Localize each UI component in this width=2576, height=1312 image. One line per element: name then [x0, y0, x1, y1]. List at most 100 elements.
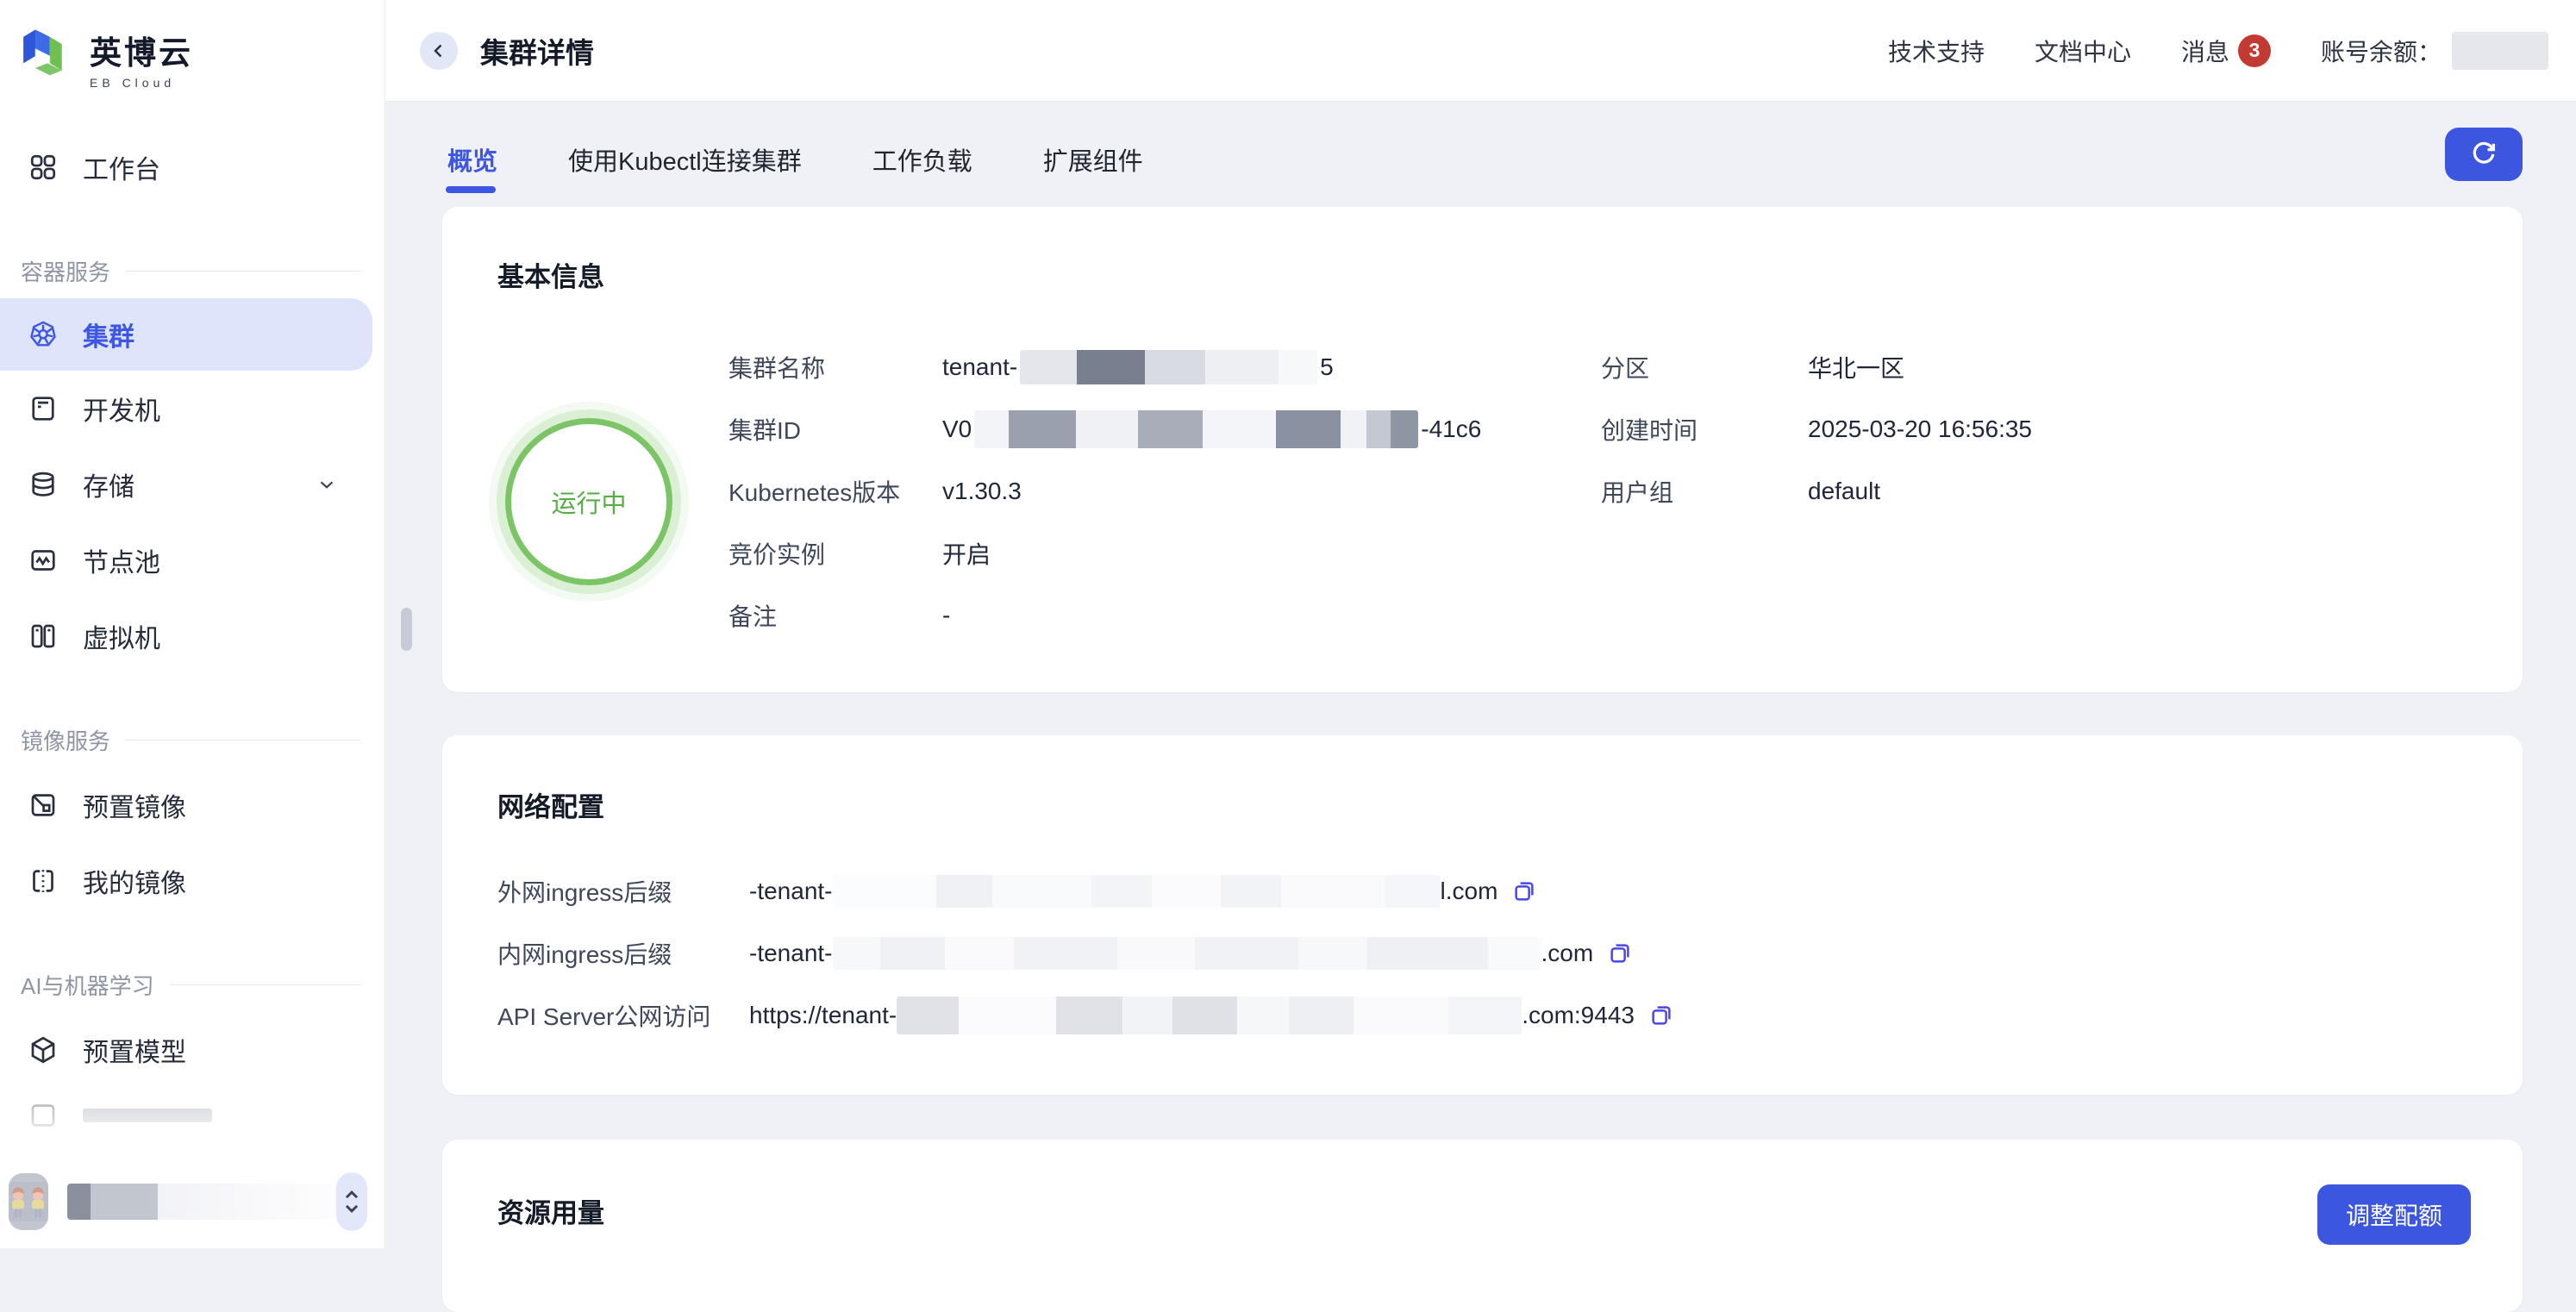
sidebar: 英博云 EB Cloud 工作台 容器服务	[0, 0, 385, 1248]
section-divider	[170, 984, 360, 985]
cluster-status-text: 运行中	[551, 484, 626, 520]
sidebar-item-cluster[interactable]: 集群	[0, 298, 372, 371]
cluster-status-circle: 运行中	[505, 418, 672, 585]
field-created: 创建时间 2025-03-20 16:56:35	[1601, 411, 2032, 447]
messages-link[interactable]: 消息 3	[2181, 34, 2271, 68]
sidebar-nav: 工作台 容器服务 集群 开发机	[0, 129, 385, 1143]
sidebar-item-label: 预置镜像	[83, 786, 186, 824]
field-cluster-name: 集群名称 tenant- 5	[728, 349, 1601, 385]
sidebar-item-my-images[interactable]: 我的镜像	[0, 843, 385, 919]
sidebar-item-label: 虚拟机	[83, 617, 160, 655]
field-user-group: 用户组 default	[1601, 473, 2032, 509]
chevrons-up-down-icon	[339, 1187, 365, 1216]
copy-icon[interactable]	[1511, 878, 1537, 904]
content: 基本信息 运行中 集群名称 tenant- 5	[385, 207, 2576, 1248]
refresh-icon	[2468, 139, 2499, 170]
tab-addons[interactable]: 扩展组件	[1041, 129, 1145, 207]
docs-link[interactable]: 文档中心	[2035, 34, 2131, 68]
grid-icon	[28, 152, 59, 183]
cluster-id-redacted	[974, 410, 1418, 448]
section-title: 容器服务	[21, 255, 110, 287]
database-icon	[28, 469, 59, 500]
sidebar-item-clipped[interactable]	[0, 1088, 385, 1143]
topbar: 集群详情 技术支持 文档中心 消息 3 账号余额：	[385, 0, 2576, 102]
adjust-quota-button[interactable]: 调整配额	[2317, 1184, 2471, 1245]
resource-usage-title: 资源用量	[497, 1191, 604, 1230]
field-cluster-id: 集群ID V0 -41c6	[728, 411, 1601, 447]
clipped-label	[83, 1109, 212, 1122]
sidebar-item-preset-images[interactable]: 预置镜像	[0, 767, 385, 843]
network-config-title: 网络配置	[497, 785, 2467, 824]
tab-workloads[interactable]: 工作负载	[871, 129, 974, 207]
kubernetes-wheel-icon	[28, 319, 59, 350]
external-ingress-redacted	[833, 875, 1441, 908]
resource-usage-card: 资源用量 调整配额	[442, 1140, 2523, 1312]
sidebar-section-ai-ml: AI与机器学习	[0, 965, 385, 1003]
sidebar-section-container-services: 容器服务	[0, 252, 385, 290]
basic-info-right-fields: 分区 华北一区 创建时间 2025-03-20 16:56:35 用户组 def…	[1601, 337, 2032, 659]
balance-value-redacted	[2452, 32, 2548, 70]
field-zone: 分区 华北一区	[1601, 349, 2032, 385]
back-button[interactable]	[420, 32, 458, 70]
refresh-button[interactable]	[2445, 128, 2523, 181]
tab-kubectl[interactable]: 使用Kubectl连接集群	[566, 129, 803, 207]
cluster-name-redacted	[1020, 350, 1317, 384]
basic-info-title: 基本信息	[497, 255, 2467, 294]
copy-icon[interactable]	[1607, 940, 1633, 966]
sidebar-item-workbench[interactable]: 工作台	[0, 129, 385, 205]
avatar[interactable]	[9, 1173, 48, 1230]
sidebar-item-label: 节点池	[83, 541, 160, 579]
api-server-redacted	[897, 996, 1522, 1034]
cube-icon	[28, 1034, 59, 1065]
sidebar-item-vm[interactable]: 虚拟机	[0, 598, 385, 674]
page-title: 集群详情	[480, 30, 594, 72]
sidebar-item-label: 预置模型	[83, 1031, 186, 1069]
sidebar-item-label: 开发机	[83, 390, 160, 428]
sidebar-item-devmachine[interactable]: 开发机	[0, 371, 385, 447]
messages-label: 消息	[2181, 34, 2229, 68]
internal-ingress-redacted	[833, 937, 1541, 970]
account-balance: 账号余额：	[2321, 32, 2548, 70]
basic-info-card: 基本信息 运行中 集群名称 tenant- 5	[442, 207, 2523, 692]
image-export-icon	[28, 790, 59, 821]
sidebar-item-label: 存储	[83, 465, 134, 503]
clipped-icon	[28, 1100, 59, 1131]
sidebar-item-label: 集群	[83, 316, 134, 353]
main-area: 集群详情 技术支持 文档中心 消息 3 账号余额： 概览 使用Kubectl连接…	[385, 0, 2576, 1248]
copy-icon[interactable]	[1648, 1003, 1674, 1028]
support-link[interactable]: 技术支持	[1888, 34, 1985, 68]
split-book-icon	[28, 865, 59, 897]
tab-overview[interactable]: 概览	[446, 129, 499, 207]
sidebar-item-preset-models[interactable]: 预置模型	[0, 1012, 385, 1088]
row-api-server: API Server公网访问 https://tenant- .com:9443	[497, 996, 2467, 1034]
field-remark: 备注 -	[728, 597, 1601, 634]
chevron-left-icon	[428, 41, 449, 61]
balance-label: 账号余额：	[2321, 34, 2442, 68]
scrollbar-thumb[interactable]	[401, 608, 412, 651]
section-divider	[126, 271, 360, 272]
account-switcher[interactable]	[336, 1172, 367, 1231]
brand-name: 英博云	[90, 27, 193, 73]
brand-logo[interactable]: 英博云 EB Cloud	[0, 0, 385, 94]
brand-tagline: EB Cloud	[90, 76, 193, 90]
topbar-links: 技术支持 文档中心 消息 3 账号余额：	[1888, 32, 2548, 70]
row-internal-ingress: 内网ingress后缀 -tenant- .com	[497, 934, 2467, 972]
sidebar-item-nodepool[interactable]: 节点池	[0, 522, 385, 598]
tab-bar: 概览 使用Kubectl连接集群 工作负载 扩展组件	[385, 102, 2576, 207]
sidebar-item-label: 我的镜像	[83, 862, 186, 900]
row-external-ingress: 外网ingress后缀 -tenant- l.com	[497, 872, 2467, 910]
section-title: 镜像服务	[21, 724, 110, 756]
field-spot-instance: 竞价实例 开启	[728, 535, 1601, 572]
network-config-card: 网络配置 外网ingress后缀 -tenant- l.com	[442, 735, 2523, 1095]
notebook-icon	[28, 393, 59, 424]
field-k8s-version: Kubernetes版本 v1.30.3	[728, 473, 1601, 509]
user-box	[9, 1167, 367, 1236]
pulse-box-icon	[28, 545, 59, 576]
section-title: AI与机器学习	[21, 969, 154, 1001]
sidebar-item-storage[interactable]: 存储	[0, 447, 385, 522]
server-columns-icon	[28, 621, 59, 652]
chevron-down-icon	[316, 473, 338, 496]
brand-logo-icon	[21, 22, 74, 94]
basic-info-left-fields: 集群名称 tenant- 5 集群ID V0 -41c6	[728, 337, 1601, 659]
sidebar-section-image-services: 镜像服务	[0, 721, 385, 759]
